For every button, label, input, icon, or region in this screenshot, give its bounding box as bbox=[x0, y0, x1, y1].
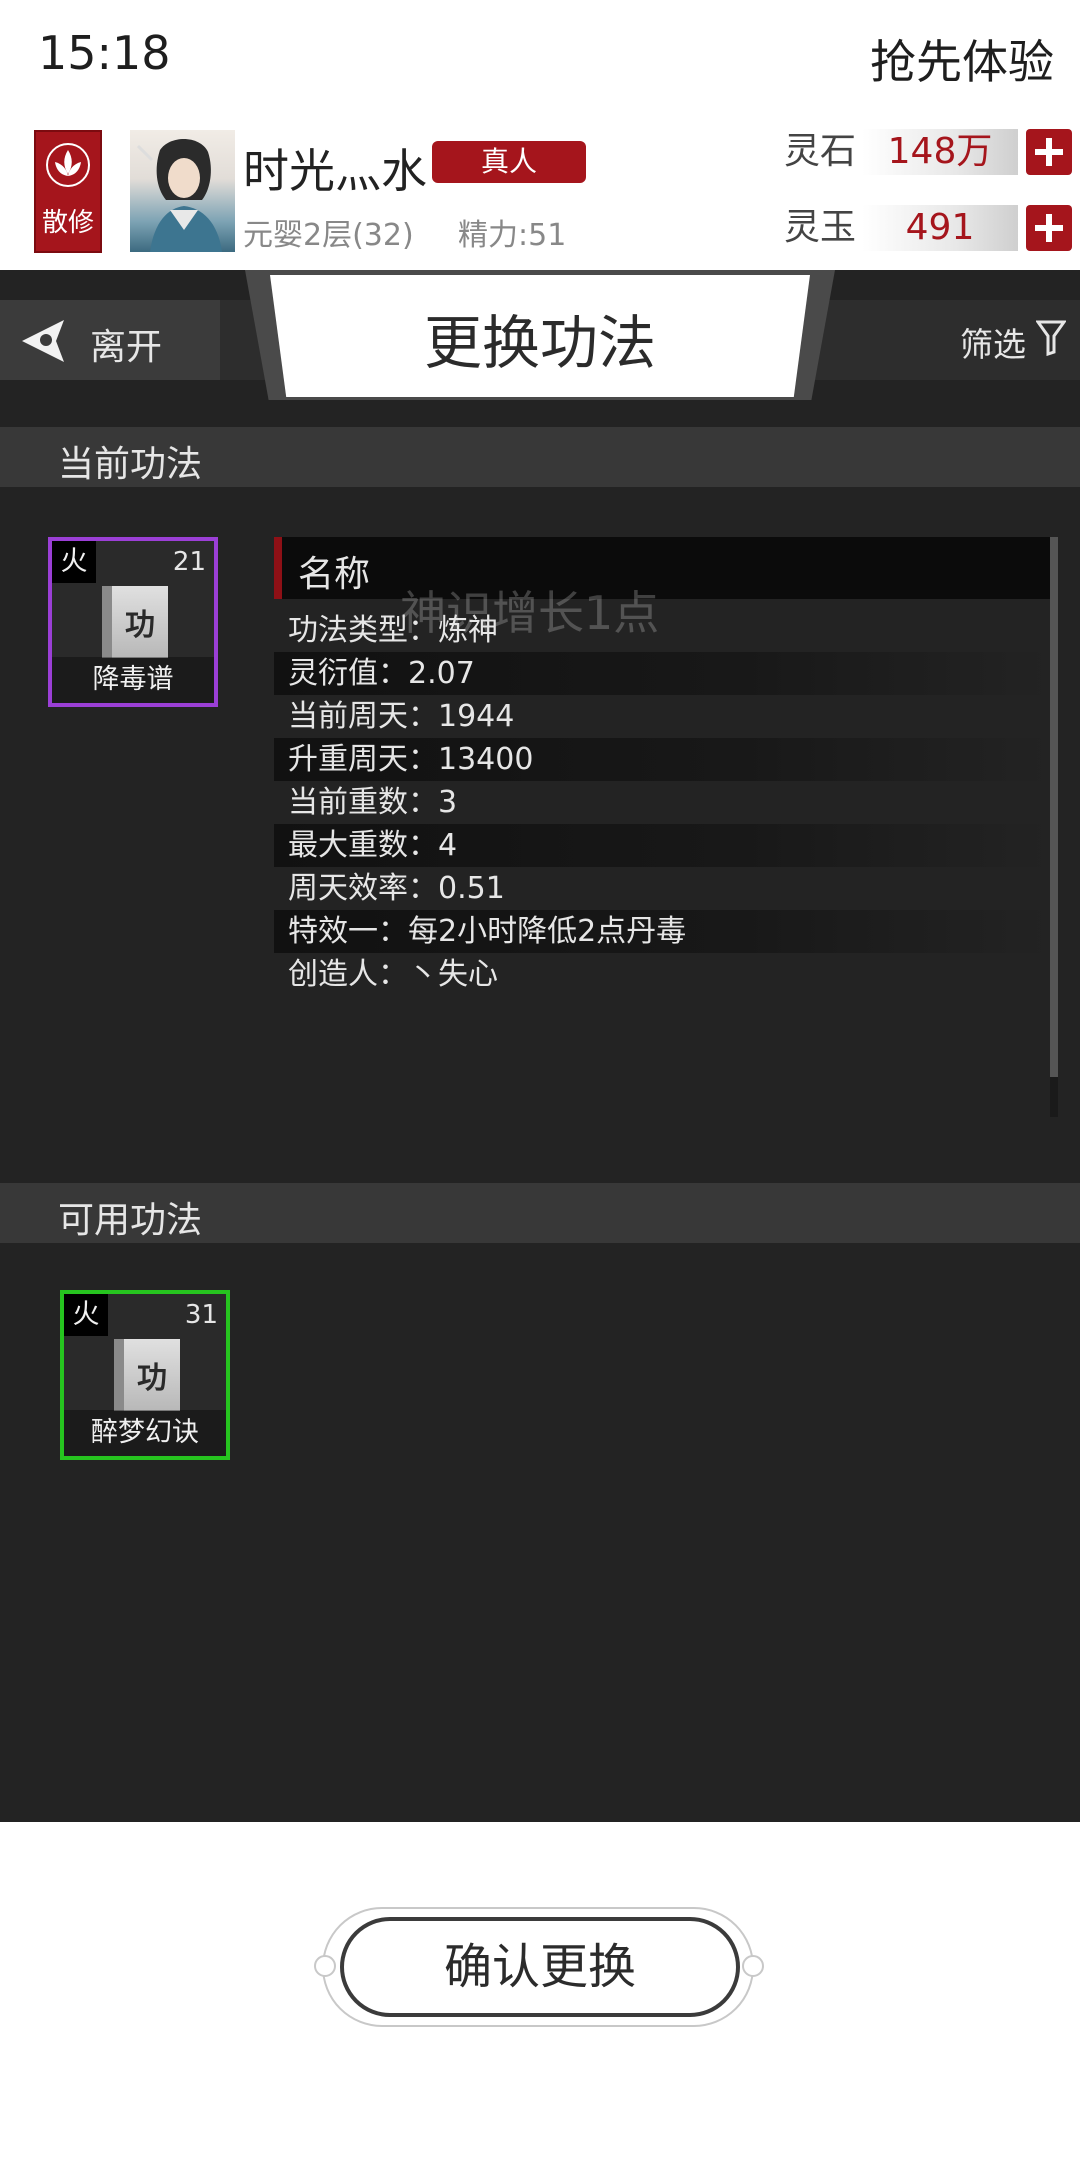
resource-value: 491 bbox=[905, 207, 975, 248]
detail-row: 最大重数：4 bbox=[274, 824, 1050, 867]
detail-row: 特效一：每2小时降低2点丹毒 bbox=[274, 910, 1050, 953]
avatar[interactable] bbox=[130, 130, 235, 252]
frame-knob-left bbox=[314, 1955, 336, 1977]
skill-name: 降毒谱 bbox=[52, 657, 214, 703]
back-button[interactable]: 离开 bbox=[0, 300, 220, 380]
detail-row: 当前周天：1944 bbox=[288, 699, 515, 734]
page-title: 更换功法 bbox=[423, 309, 656, 377]
resource-value: 148万 bbox=[887, 131, 993, 172]
detail-row: 灵衍值：2.07 bbox=[274, 652, 1050, 695]
available-skill-card[interactable]: 火 31 功 醉梦幻诀 bbox=[60, 1290, 230, 1460]
screen: 15:18 抢先体验 散修 时光灬水 真人 元婴2层(32) 精力:51 灵石 … bbox=[0, 0, 1080, 2160]
detail-rows: 功法类型：炼神 灵衍值：2.07 当前周天：1944 升重周天：13400 当前… bbox=[274, 609, 1050, 996]
section-title: 可用功法 bbox=[58, 1200, 203, 1241]
current-skill-card[interactable]: 火 21 功 降毒谱 bbox=[48, 537, 218, 707]
skill-level: 31 bbox=[184, 1300, 218, 1330]
detail-row: 周天效率：0.51 bbox=[288, 871, 505, 906]
skill-book-icon: 功 bbox=[114, 1339, 180, 1411]
book-glyph: 功 bbox=[137, 1361, 167, 1396]
available-skill-section-header: 可用功法 bbox=[0, 1183, 1080, 1243]
skill-book-icon: 功 bbox=[102, 586, 168, 658]
rank-badge: 真人 bbox=[432, 141, 586, 183]
element-tag: 火 bbox=[64, 1294, 108, 1336]
frame-knob-right bbox=[742, 1955, 764, 1977]
resource-label: 灵玉 bbox=[784, 207, 857, 248]
skill-level: 21 bbox=[172, 547, 206, 577]
detail-header-label: 名称 bbox=[298, 554, 371, 595]
resource-label: 灵石 bbox=[784, 131, 857, 172]
skill-detail-panel[interactable]: 名称 神识增长1点 功法类型：炼神 灵衍值：2.07 当前周天：1944 升重周… bbox=[274, 537, 1058, 1117]
resource-spirit-stone: 灵石 148万 bbox=[784, 127, 1072, 177]
nav-bar: 离开 更换功法 筛选 bbox=[0, 270, 1080, 400]
resource-spirit-jade: 灵玉 491 bbox=[784, 203, 1072, 253]
book-glyph: 功 bbox=[125, 608, 155, 643]
realm-level: 元婴2层(32) bbox=[243, 218, 414, 253]
element-tag: 火 bbox=[52, 541, 96, 583]
player-header: 散修 时光灬水 真人 元婴2层(32) 精力:51 灵石 148万 灵玉 491 bbox=[0, 115, 1080, 270]
add-spirit-jade-button[interactable] bbox=[1026, 205, 1072, 251]
detail-row: 当前重数：3 bbox=[288, 785, 458, 820]
lotus-emblem-icon bbox=[46, 143, 90, 187]
back-label: 离开 bbox=[90, 327, 163, 368]
filter-funnel-icon bbox=[1036, 320, 1066, 356]
scroll-thumb[interactable] bbox=[1050, 537, 1058, 1077]
detail-header: 名称 bbox=[274, 537, 1050, 599]
main-panel: 离开 更换功法 筛选 当前功法 火 21 功 降毒谱 名称 神识增长1点 功法类… bbox=[0, 270, 1080, 1822]
current-skill-section-header: 当前功法 bbox=[0, 427, 1080, 487]
skill-name: 醉梦幻诀 bbox=[64, 1410, 226, 1456]
add-spirit-stone-button[interactable] bbox=[1026, 129, 1072, 175]
energy-value: 精力:51 bbox=[458, 218, 567, 253]
detail-row: 升重周天：13400 bbox=[274, 738, 1050, 781]
sect-label: 散修 bbox=[41, 208, 94, 238]
section-title: 当前功法 bbox=[58, 444, 203, 485]
detail-scrollbar[interactable] bbox=[1050, 537, 1058, 1117]
status-time: 15:18 bbox=[38, 26, 171, 80]
early-access-label: 抢先体验 bbox=[870, 35, 1054, 89]
avatar-portrait-icon bbox=[136, 138, 222, 252]
confirm-change-button[interactable]: 确认更换 bbox=[340, 1917, 740, 2017]
sect-badge[interactable]: 散修 bbox=[34, 130, 102, 253]
filter-label: 筛选 bbox=[960, 325, 1026, 364]
detail-row: 功法类型：炼神 bbox=[288, 613, 498, 648]
status-bar: 15:18 抢先体验 bbox=[0, 0, 1080, 115]
back-arrow-icon bbox=[22, 320, 64, 362]
player-name: 时光灬水 bbox=[243, 144, 427, 198]
detail-row: 创造人：丶失心 bbox=[288, 957, 498, 992]
bottom-bar: 确认更换 bbox=[0, 1822, 1080, 2160]
